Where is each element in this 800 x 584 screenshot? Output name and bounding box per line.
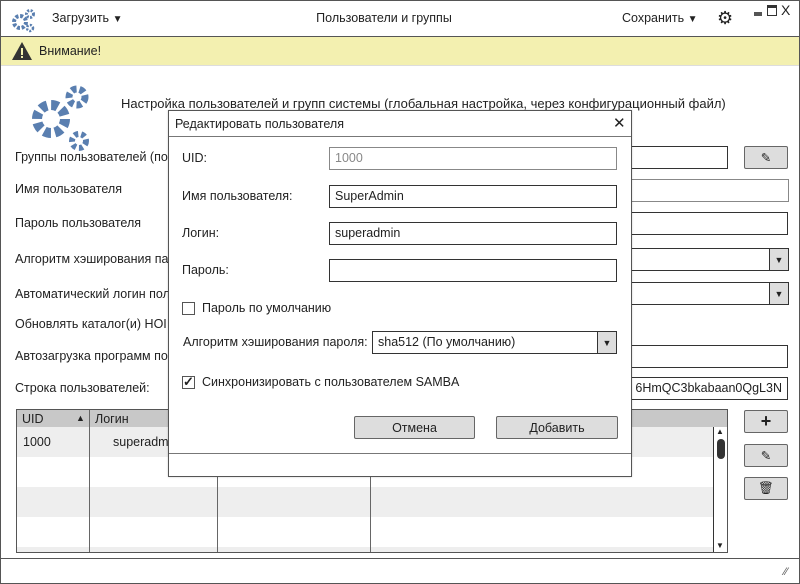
name-label: Имя пользователя: (182, 189, 293, 203)
save-menu[interactable]: Сохранить ▼ (622, 11, 698, 25)
default-password-checkbox[interactable] (182, 302, 195, 315)
column-login[interactable]: Логин (95, 412, 129, 426)
resize-grip-icon[interactable]: ⁄⁄ (784, 566, 788, 578)
save-menu-label: Сохранить (622, 11, 685, 25)
status-bar-divider (1, 558, 799, 559)
scroll-down-icon[interactable]: ▼ (716, 541, 724, 550)
chevron-down-icon: ▼ (769, 249, 788, 270)
cancel-button[interactable]: Отмена (354, 416, 475, 439)
default-password-label: Пароль по умолчанию (202, 301, 332, 315)
password-input[interactable] (329, 259, 617, 282)
edit-groups-button[interactable]: ✎ (744, 146, 788, 169)
password-label: Пароль: (182, 263, 229, 277)
sort-asc-icon: ▲ (76, 413, 85, 423)
table-scrollbar[interactable]: ▲ ▼ (713, 427, 727, 552)
edit-icon: ✎ (760, 151, 772, 165)
settings-gears-icon (32, 85, 89, 151)
samba-checkbox[interactable]: ✓ (182, 375, 195, 389)
password-label: Пароль пользователя (15, 216, 142, 230)
page-header: Настройка пользователей и групп системы … (121, 96, 726, 111)
dialog-title: Редактировать пользователя (175, 117, 344, 131)
column-uid[interactable]: UID (22, 412, 44, 426)
edit-icon: ✎ (760, 449, 772, 463)
cell-uid: 1000 (23, 435, 51, 449)
hash-label: Алгоритм хэширования па (15, 252, 169, 266)
plus-icon: + (760, 411, 772, 431)
login-input[interactable]: superadmin (329, 222, 617, 245)
caret-down-icon: ▼ (687, 14, 698, 25)
autologin-label: Автоматический логин пол (15, 287, 170, 301)
update-home-label: Обновлять каталог(и) HOI (15, 317, 167, 331)
scroll-thumb[interactable] (717, 439, 725, 459)
edit-user-button[interactable]: ✎ (744, 444, 788, 467)
table-row[interactable] (17, 487, 713, 517)
uid-label: UID: (182, 151, 207, 165)
trash-icon: 🗑 (758, 481, 774, 495)
dialog-close-icon[interactable]: ✕ (613, 114, 626, 132)
cell-login: superadm (113, 435, 169, 449)
hash-select-value: sha512 (По умолчанию) (378, 335, 516, 349)
hash-label: Алгоритм хэширования пароля: (183, 335, 368, 349)
hash-select[interactable]: sha512 (По умолчанию) ▼ (372, 331, 617, 354)
edit-user-dialog: Редактировать пользователя ✕ UID: 1000 И… (168, 110, 632, 477)
minimize-button[interactable] (754, 12, 762, 16)
login-label: Логин: (182, 226, 220, 240)
title-bar: Загрузить ▼ Пользователи и группы Сохран… (1, 1, 799, 37)
username-label: Имя пользователя (15, 182, 122, 196)
users-string-label: Строка пользователей: (15, 381, 150, 395)
table-row[interactable] (17, 547, 713, 552)
name-input[interactable]: SuperAdmin (329, 185, 617, 208)
warning-bar: Внимание! (1, 37, 799, 66)
uid-input[interactable]: 1000 (329, 147, 617, 170)
chevron-down-icon: ▼ (769, 283, 788, 304)
close-window-button[interactable]: X (781, 2, 790, 18)
warning-icon (12, 42, 32, 60)
add-user-button[interactable]: + (744, 410, 788, 433)
warning-text: Внимание! (39, 44, 102, 58)
scroll-up-icon[interactable]: ▲ (716, 427, 724, 436)
users-string-value: 6HmQC3bkabaan0QgL3N (635, 381, 782, 395)
settings-gear-icon[interactable]: ⚙ (717, 8, 733, 29)
autoload-label: Автозагрузка программ по (15, 349, 168, 363)
groups-label: Группы пользователей (по (15, 150, 168, 164)
add-button[interactable]: Добавить (496, 416, 618, 439)
chevron-down-icon: ▼ (597, 332, 616, 353)
maximize-button[interactable] (767, 5, 777, 16)
samba-label: Синхронизировать с пользователем SAMBA (202, 375, 460, 389)
delete-user-button[interactable]: 🗑 (744, 477, 788, 500)
